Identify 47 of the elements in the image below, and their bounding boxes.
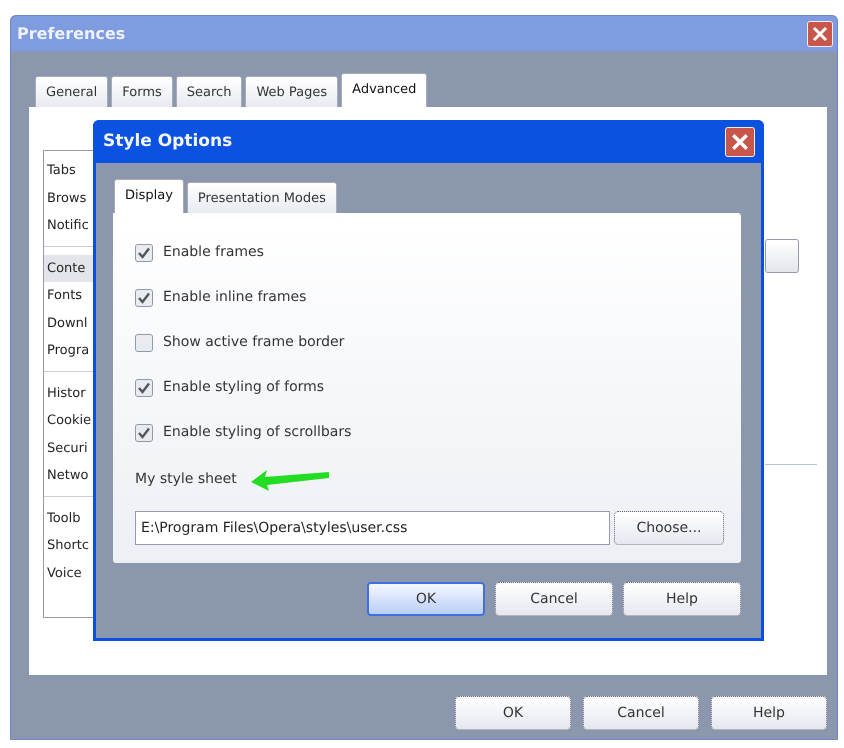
checkbox[interactable] bbox=[135, 288, 153, 306]
close-icon bbox=[731, 132, 749, 150]
tab[interactable]: Display bbox=[114, 178, 184, 213]
list-item[interactable]: Tabs bbox=[44, 157, 96, 184]
list-item[interactable]: Notific bbox=[44, 212, 96, 240]
tab[interactable]: General bbox=[35, 76, 108, 107]
button[interactable] bbox=[765, 239, 799, 273]
tab[interactable]: Forms bbox=[111, 76, 173, 107]
button[interactable]: Help bbox=[711, 696, 827, 730]
field-label: My style sheet bbox=[135, 470, 237, 488]
list-item[interactable]: Toolb bbox=[44, 504, 96, 532]
button[interactable]: Cancel bbox=[583, 696, 699, 730]
tab[interactable]: Web Pages bbox=[245, 76, 338, 107]
checkbox[interactable] bbox=[135, 334, 153, 352]
tab[interactable]: Search bbox=[176, 76, 242, 107]
dialog-title: Style Options bbox=[103, 130, 232, 153]
list-item[interactable]: Shortc bbox=[44, 532, 96, 560]
button[interactable]: Help bbox=[623, 582, 741, 616]
button[interactable]: Cancel bbox=[495, 582, 613, 616]
list-item[interactable]: Histor bbox=[44, 380, 96, 407]
checkbox-label: Enable frames bbox=[163, 243, 264, 262]
list-item[interactable]: Voice bbox=[44, 560, 96, 587]
tab[interactable]: Presentation Modes bbox=[186, 182, 337, 213]
checkbox-label: Show active frame border bbox=[163, 333, 344, 352]
list-item[interactable]: Netwo bbox=[44, 462, 96, 490]
checkbox-label: Enable styling of scrollbars bbox=[163, 423, 352, 442]
close-button[interactable] bbox=[807, 20, 833, 46]
choose-button[interactable]: Choose... bbox=[614, 511, 724, 545]
tab[interactable]: Advanced bbox=[341, 72, 428, 107]
checkbox[interactable] bbox=[135, 424, 153, 442]
window-title: Preferences bbox=[17, 22, 126, 44]
list-item[interactable]: Cookie bbox=[44, 407, 96, 434]
checkbox-label: Enable styling of forms bbox=[163, 378, 324, 397]
close-button[interactable] bbox=[725, 126, 755, 156]
checkbox[interactable] bbox=[135, 244, 153, 262]
list-item[interactable]: Fonts bbox=[44, 282, 96, 310]
button[interactable]: OK bbox=[455, 696, 571, 730]
close-icon bbox=[812, 26, 828, 42]
input-field[interactable]: E:\Program Files\Opera\styles\user.css bbox=[135, 511, 610, 545]
list-item[interactable]: Progra bbox=[44, 337, 96, 364]
list-item[interactable]: Securi bbox=[44, 434, 96, 462]
checkbox-label: Enable inline frames bbox=[163, 288, 306, 307]
list-item[interactable]: Brows bbox=[44, 184, 96, 212]
checkbox[interactable] bbox=[135, 378, 153, 396]
list-item[interactable]: Downl bbox=[44, 310, 96, 337]
list-item[interactable]: Conte bbox=[44, 254, 96, 282]
button[interactable]: OK bbox=[367, 582, 485, 616]
